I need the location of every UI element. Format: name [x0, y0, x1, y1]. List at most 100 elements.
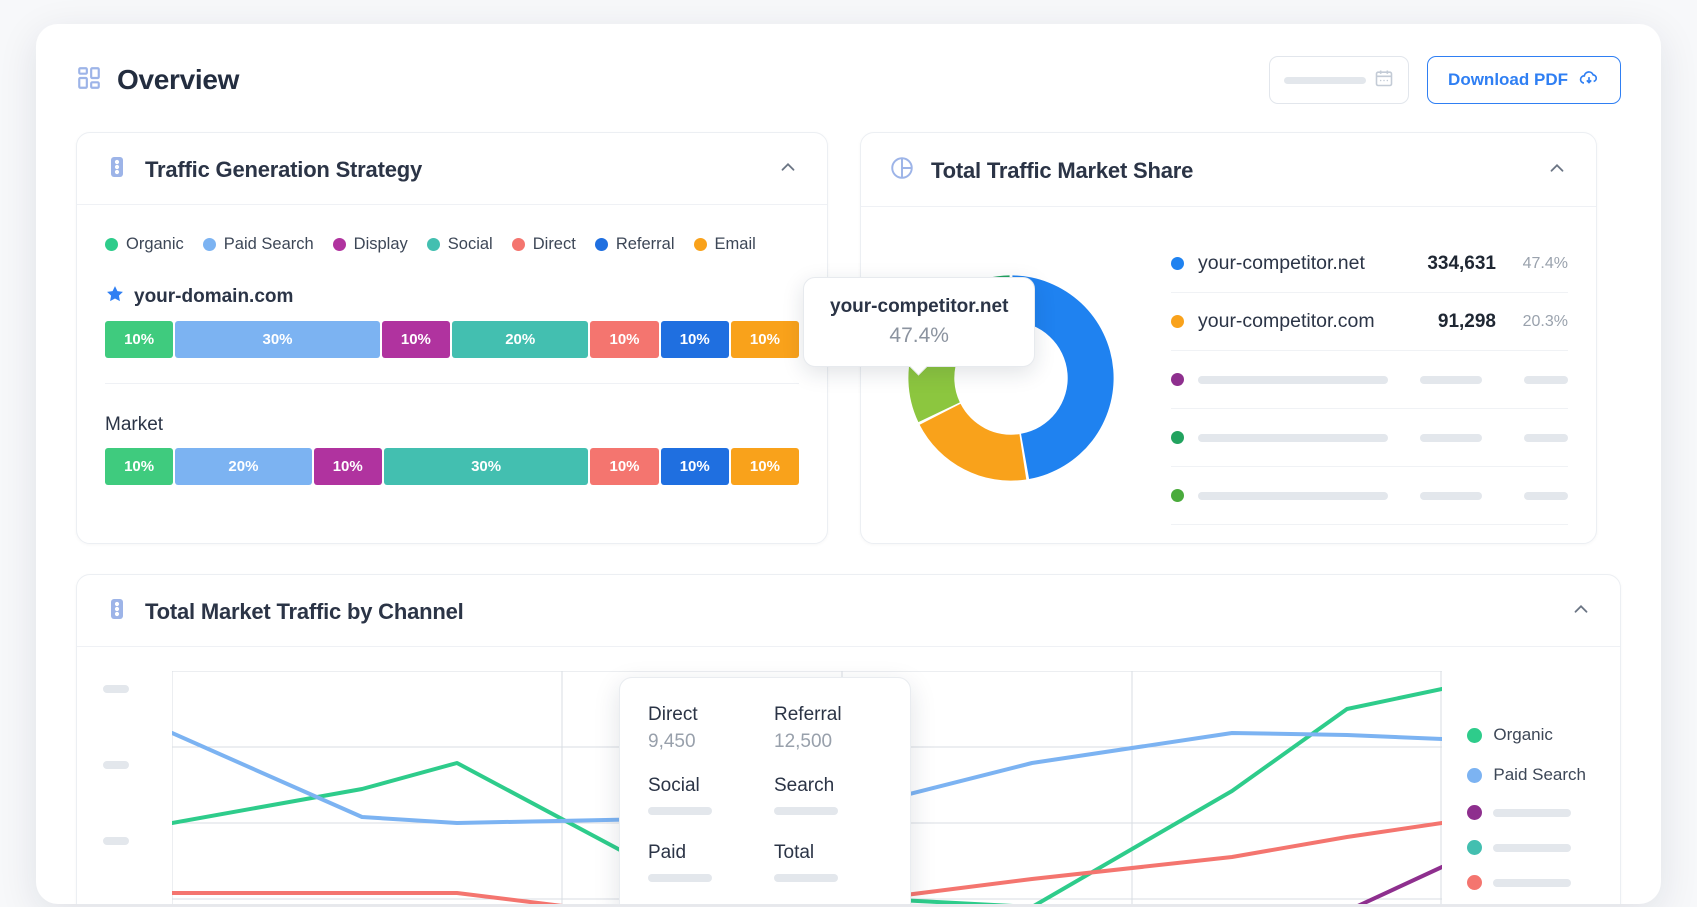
competitor-percent: 20.3%: [1522, 312, 1568, 330]
chevron-up-icon[interactable]: [1570, 598, 1592, 625]
page-title: Overview: [117, 64, 240, 95]
competitor-name: your-competitor.net: [1198, 252, 1365, 274]
legend-label: Email: [714, 235, 756, 253]
donut-chart-wrap: your-competitor.net 47.4%: [803, 219, 1161, 537]
legend-label-skeleton: [1493, 808, 1572, 817]
competitor-dot: [1171, 315, 1184, 328]
top-row: Traffic Generation Strategy Organic Paid …: [36, 104, 1661, 544]
tooltip-cell: Paid: [648, 842, 756, 887]
chevron-up-icon[interactable]: [1546, 157, 1568, 184]
line-chart-tooltip: Direct 9,450 Referral 12,500 Social Search Pai…: [619, 677, 911, 904]
legend-label: Paid Search: [223, 235, 314, 253]
tooltip-cell: Referral 12,500: [774, 704, 882, 753]
legend-item-organic[interactable]: Organic: [105, 235, 184, 254]
bar-row-label: Market: [105, 414, 164, 435]
bar-segment[interactable]: 20%: [452, 321, 589, 358]
header-tools: Download PDF: [1269, 56, 1621, 104]
bar-row-heading: Market: [105, 414, 799, 436]
bar-segment[interactable]: 10%: [730, 448, 800, 485]
bar-segment[interactable]: 10%: [105, 448, 174, 485]
competitor-dot: [1171, 431, 1184, 444]
competitor-row[interactable]: your-competitor.com 91,298 20.3%: [1171, 293, 1568, 351]
date-picker[interactable]: [1269, 56, 1410, 104]
legend-item-social[interactable]: Social: [426, 235, 493, 254]
legend-label: Paid Search: [1493, 765, 1586, 784]
tooltip-cell-value: 12,500: [774, 731, 833, 752]
card-header: Total Market Traffic by Channel: [77, 575, 1620, 647]
competitor-name-skeleton: [1198, 433, 1388, 442]
line-chart-area: Organic Paid Search Direct 9,450 Referral 12…: [77, 647, 1620, 904]
y-tick-skeleton: [103, 761, 129, 769]
bar-segment[interactable]: 30%: [383, 448, 589, 485]
tooltip-cell: Social: [648, 775, 756, 820]
traffic-light-icon: [105, 597, 129, 626]
legend-item-direct[interactable]: Direct: [511, 235, 576, 254]
tooltip-cell: Total: [774, 842, 882, 887]
download-pdf-button[interactable]: Download PDF: [1427, 56, 1621, 104]
tooltip-cell: Search: [774, 775, 882, 820]
chart-legend-item[interactable]: Organic: [1467, 725, 1586, 745]
legend-label: Organic: [1493, 725, 1553, 744]
bar-segment[interactable]: 30%: [175, 321, 380, 358]
legend-item-email[interactable]: Email: [693, 235, 756, 254]
traffic-strategy-legend: Organic Paid Search Display Social Direct Ref…: [77, 205, 827, 254]
bar-segment[interactable]: 10%: [313, 448, 382, 485]
legend-dot: [693, 238, 707, 251]
chart-legend-item[interactable]: [1467, 805, 1586, 820]
competitor-percent-skeleton: [1524, 433, 1568, 442]
card-title: Traffic Generation Strategy: [145, 156, 423, 182]
competitor-row[interactable]: [1171, 467, 1568, 525]
competitor-row[interactable]: [1171, 409, 1568, 467]
donut-slice[interactable]: [919, 403, 1027, 481]
chart-legend-item[interactable]: [1467, 875, 1586, 890]
market-share-body: your-competitor.net 47.4% your-competito…: [803, 207, 1596, 537]
traffic-strategy-bars: your-domain.com 10% 30% 10% 20% 10% 10% 10% Mark…: [77, 284, 827, 485]
legend-item-referral[interactable]: Referral: [594, 235, 675, 254]
donut-tooltip-value: 47.4%: [889, 324, 949, 347]
star-icon: [105, 284, 125, 309]
tooltip-cell-value: 9,450: [648, 731, 696, 752]
bar-segment[interactable]: 20%: [175, 448, 312, 485]
bar-segment[interactable]: 10%: [105, 321, 174, 358]
competitor-traffic-skeleton: [1420, 491, 1482, 500]
bar-row-label: your-domain.com: [134, 285, 294, 307]
legend-label-skeleton: [1493, 878, 1572, 887]
competitor-row[interactable]: your-competitor.net 334,631 47.4%: [1171, 235, 1568, 293]
chevron-up-icon[interactable]: [777, 156, 799, 183]
tooltip-cell-key: Direct: [648, 704, 698, 725]
legend-item-paid-search[interactable]: Paid Search: [202, 235, 314, 254]
market-traffic-card: Total Market Traffic by Channel Organic P: [76, 574, 1621, 904]
legend-label: Display: [353, 235, 408, 253]
competitor-row[interactable]: [1171, 351, 1568, 409]
legend-dot: [202, 238, 216, 251]
bar-segment[interactable]: 10%: [381, 321, 450, 358]
legend-item-display[interactable]: Display: [332, 235, 408, 254]
donut-tooltip: your-competitor.net 47.4%: [803, 277, 1036, 367]
calendar-icon: [1374, 68, 1394, 93]
bar-row-heading: your-domain.com: [105, 284, 799, 309]
app-window: Overview Download PDF Traffic Generation…: [36, 24, 1661, 904]
bar-segment[interactable]: 10%: [590, 321, 659, 358]
legend-dot: [426, 238, 440, 251]
title-wrap: Overview: [76, 64, 239, 96]
competitor-dot: [1171, 489, 1184, 502]
bar-divider: [105, 383, 799, 384]
stacked-bar: 10% 30% 10% 20% 10% 10% 10%: [105, 321, 800, 358]
tooltip-cell-value-skeleton: [648, 874, 712, 882]
bar-segment[interactable]: 10%: [590, 448, 659, 485]
bar-segment[interactable]: 10%: [660, 321, 729, 358]
chart-legend-item[interactable]: [1467, 840, 1586, 855]
competitor-percent-skeleton: [1524, 491, 1568, 500]
legend-dot: [1467, 875, 1483, 890]
competitor-percent: 47.4%: [1522, 254, 1568, 272]
competitor-traffic: 91,298: [1437, 310, 1496, 332]
legend-dot: [511, 238, 525, 251]
tooltip-cell-value-skeleton: [774, 807, 838, 815]
tooltip-cell-key: Paid: [648, 842, 687, 863]
bar-segment[interactable]: 10%: [730, 321, 800, 358]
chart-legend-item[interactable]: Paid Search: [1467, 765, 1586, 785]
card-header-left: Traffic Generation Strategy: [105, 155, 422, 184]
card-header-left: Total Traffic Market Share: [889, 155, 1193, 186]
competitor-name: your-competitor.com: [1198, 310, 1375, 332]
bar-segment[interactable]: 10%: [660, 448, 729, 485]
